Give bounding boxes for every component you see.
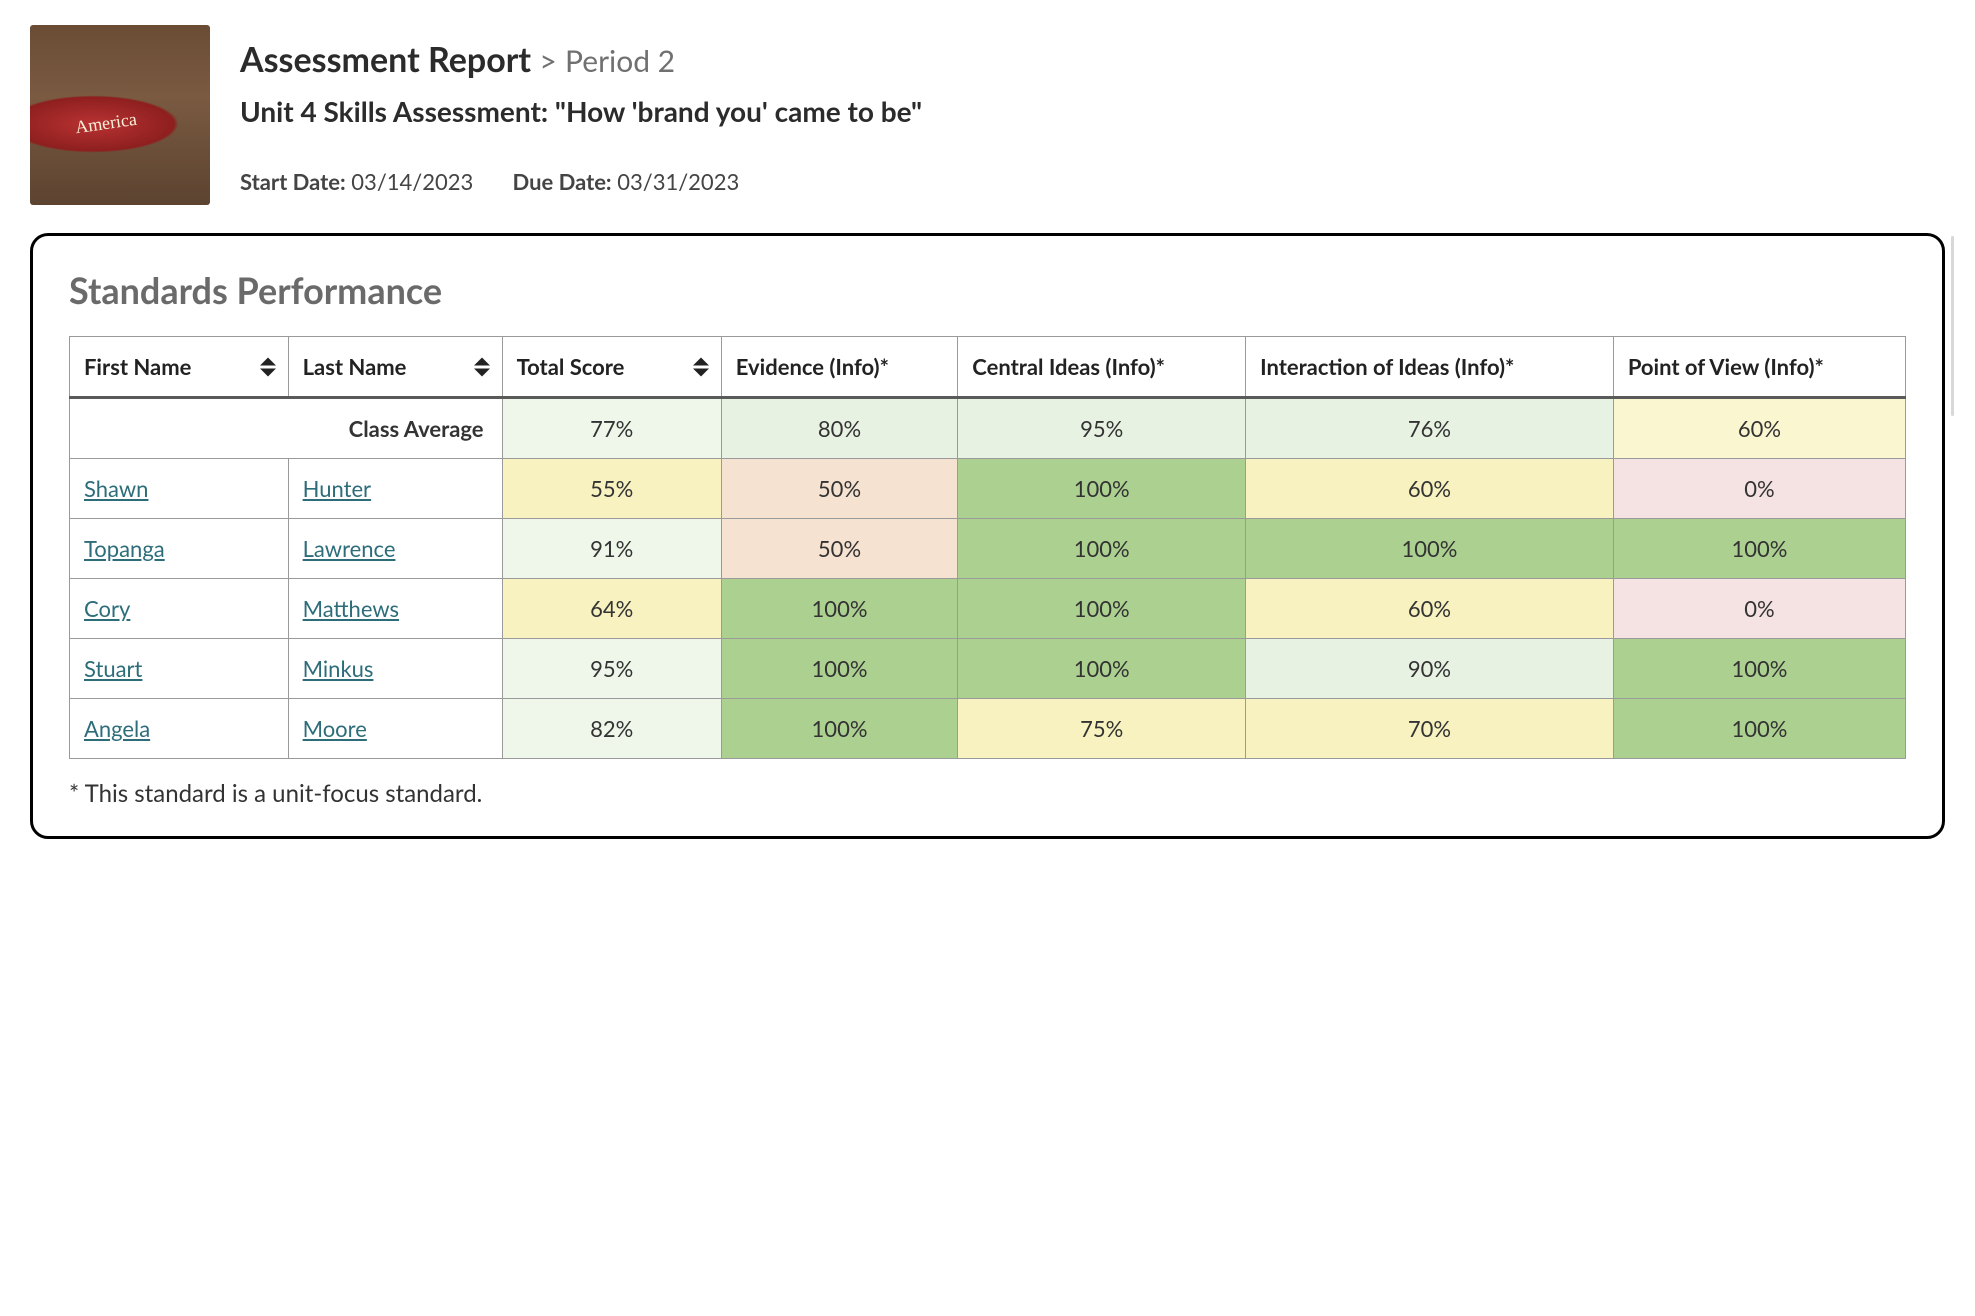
cell-interaction: 70% (1246, 699, 1614, 759)
table-header-row: First Name Last Name Total Score Evidenc… (70, 337, 1906, 398)
cell-evidence: 100% (721, 579, 958, 639)
avg-central: 95% (958, 398, 1246, 459)
cell-evidence: 50% (721, 459, 958, 519)
col-first-name[interactable]: First Name (70, 337, 289, 398)
start-date-value: 03/14/2023 (351, 168, 473, 195)
col-evidence-label: Evidence (Info)* (736, 353, 889, 380)
performance-table: First Name Last Name Total Score Evidenc… (69, 336, 1906, 759)
student-first-name[interactable]: Cory (70, 579, 289, 639)
assessment-thumbnail (30, 25, 210, 205)
panel-heading: Standards Performance (69, 268, 1906, 312)
cell-central: 100% (958, 579, 1246, 639)
assessment-subtitle: Unit 4 Skills Assessment: "How 'brand yo… (240, 94, 922, 128)
col-first-name-label: First Name (84, 353, 191, 380)
student-last-name[interactable]: Minkus (288, 639, 502, 699)
cell-interaction: 100% (1246, 519, 1614, 579)
col-total-score[interactable]: Total Score (502, 337, 721, 398)
avg-evidence: 80% (721, 398, 958, 459)
student-first-name[interactable]: Shawn (70, 459, 289, 519)
breadcrumb-sep: > (539, 43, 556, 79)
standards-performance-panel: Standards Performance First Name Last Na… (30, 233, 1945, 839)
table-row: TopangaLawrence91%50%100%100%100% (70, 519, 1906, 579)
cell-interaction: 60% (1246, 579, 1614, 639)
cell-total: 95% (502, 639, 721, 699)
student-last-name[interactable]: Moore (288, 699, 502, 759)
student-first-name[interactable]: Stuart (70, 639, 289, 699)
due-date-value: 03/31/2023 (617, 168, 739, 195)
col-central-label: Central Ideas (Info)* (972, 353, 1165, 380)
cell-evidence: 50% (721, 519, 958, 579)
table-row: AngelaMoore82%100%75%70%100% (70, 699, 1906, 759)
col-pov-label: Point of View (Info)* (1628, 353, 1824, 380)
report-header: Assessment Report > Period 2 Unit 4 Skil… (30, 25, 1945, 205)
footnote: * This standard is a unit-focus standard… (69, 779, 1906, 808)
col-total-score-label: Total Score (517, 353, 625, 380)
due-date-label: Due Date: (513, 168, 612, 195)
avg-interaction: 76% (1246, 398, 1614, 459)
title-line: Assessment Report > Period 2 (240, 39, 922, 80)
student-first-name[interactable]: Topanga (70, 519, 289, 579)
avg-total: 77% (502, 398, 721, 459)
col-interaction[interactable]: Interaction of Ideas (Info)* (1246, 337, 1614, 398)
header-text: Assessment Report > Period 2 Unit 4 Skil… (240, 25, 922, 205)
date-line: Start Date: 03/14/2023 Due Date: 03/31/2… (240, 168, 922, 195)
cell-interaction: 60% (1246, 459, 1614, 519)
sort-icon (474, 357, 490, 376)
table-row: ShawnHunter55%50%100%60%0% (70, 459, 1906, 519)
cell-evidence: 100% (721, 699, 958, 759)
start-date-label: Start Date: (240, 168, 346, 195)
cell-total: 82% (502, 699, 721, 759)
cell-total: 55% (502, 459, 721, 519)
table-row: CoryMatthews64%100%100%60%0% (70, 579, 1906, 639)
cell-pov: 100% (1613, 699, 1905, 759)
cell-evidence: 100% (721, 639, 958, 699)
breadcrumb: Period 2 (565, 43, 675, 79)
cell-interaction: 90% (1246, 639, 1614, 699)
cell-central: 100% (958, 639, 1246, 699)
cell-pov: 100% (1613, 639, 1905, 699)
student-first-name[interactable]: Angela (70, 699, 289, 759)
sort-icon (693, 357, 709, 376)
scroll-hint (1951, 236, 1954, 416)
col-last-name[interactable]: Last Name (288, 337, 502, 398)
avg-pov: 60% (1613, 398, 1905, 459)
student-last-name[interactable]: Lawrence (288, 519, 502, 579)
cell-central: 75% (958, 699, 1246, 759)
student-last-name[interactable]: Matthews (288, 579, 502, 639)
cell-pov: 100% (1613, 519, 1905, 579)
col-last-name-label: Last Name (303, 353, 407, 380)
class-average-label: Class Average (70, 398, 503, 459)
col-central-ideas[interactable]: Central Ideas (Info)* (958, 337, 1246, 398)
cell-total: 64% (502, 579, 721, 639)
cell-pov: 0% (1613, 459, 1905, 519)
cell-total: 91% (502, 519, 721, 579)
col-pov[interactable]: Point of View (Info)* (1613, 337, 1905, 398)
col-interaction-label: Interaction of Ideas (Info)* (1260, 353, 1514, 380)
class-average-row: Class Average77%80%95%76%60% (70, 398, 1906, 459)
cell-central: 100% (958, 519, 1246, 579)
cell-pov: 0% (1613, 579, 1905, 639)
cell-central: 100% (958, 459, 1246, 519)
student-last-name[interactable]: Hunter (288, 459, 502, 519)
sort-icon (260, 357, 276, 376)
col-evidence[interactable]: Evidence (Info)* (721, 337, 958, 398)
page-title: Assessment Report (240, 39, 531, 80)
table-row: StuartMinkus95%100%100%90%100% (70, 639, 1906, 699)
